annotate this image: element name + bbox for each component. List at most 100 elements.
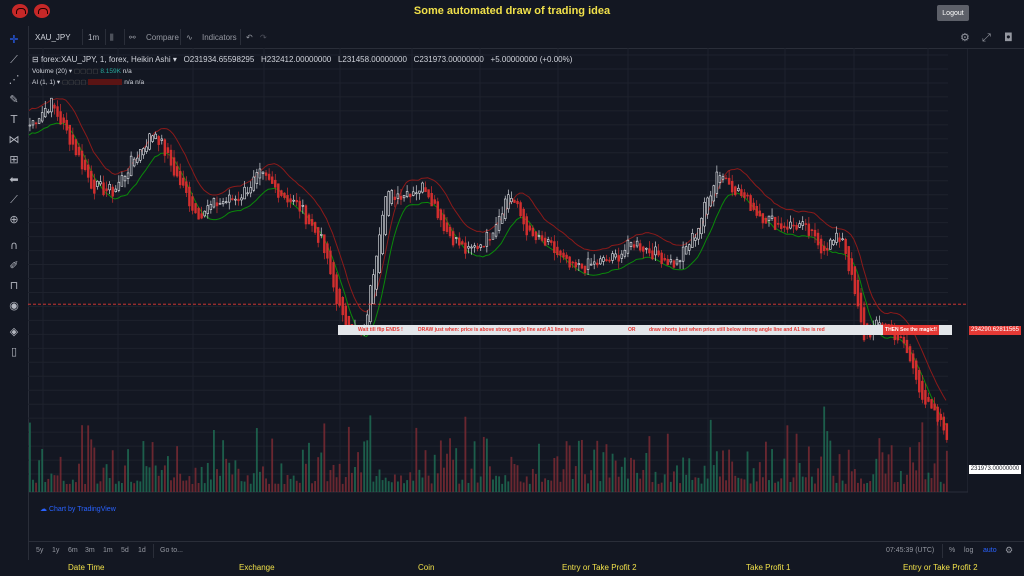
volume-bar xyxy=(393,474,396,492)
candle-body xyxy=(691,233,694,248)
fib-icon[interactable]: ⋰ xyxy=(6,72,22,88)
range-1y[interactable]: 1y xyxy=(52,547,59,554)
volume-bar xyxy=(81,425,83,492)
log-toggle[interactable]: log xyxy=(964,547,973,554)
volume-bar xyxy=(111,450,114,492)
lock-icon[interactable]: ⊓ xyxy=(6,278,22,294)
stay-drawing-icon[interactable]: ✐ xyxy=(6,258,22,274)
candle-body xyxy=(519,202,522,217)
candle-body xyxy=(504,198,507,219)
volume-label[interactable]: Volume (20) xyxy=(32,68,67,75)
volume-bar xyxy=(755,481,758,492)
clock[interactable]: 07:45:39 (UTC) xyxy=(886,547,934,554)
price-chart[interactable]: 231250.00000000231500.00000000231750.000… xyxy=(28,48,968,528)
volume-bar xyxy=(553,457,556,492)
candle-body xyxy=(856,279,860,307)
series-dropdown-icon[interactable]: ▾ xyxy=(173,55,177,64)
brush-icon[interactable]: ✎ xyxy=(6,92,22,108)
settings-gear-icon[interactable]: ⚙ xyxy=(960,31,970,44)
candle-body xyxy=(185,181,188,193)
compare-button[interactable]: Compare xyxy=(146,33,179,42)
interval-selector[interactable]: 1m xyxy=(88,33,99,42)
back-arrow-icon[interactable]: ⬅ xyxy=(6,172,22,188)
candle-body xyxy=(721,176,725,180)
volume-bar xyxy=(890,445,893,492)
volume-bar xyxy=(829,440,832,492)
candle-body xyxy=(743,192,746,198)
layers-icon[interactable]: ◈ xyxy=(6,324,22,340)
volume-bar xyxy=(679,483,681,492)
redo-icon[interactable]: ↷ xyxy=(260,33,267,42)
range-1m[interactable]: 1m xyxy=(103,547,113,554)
candle-body xyxy=(212,198,216,208)
volume-bar xyxy=(627,478,629,492)
volume-bar xyxy=(62,480,65,492)
candle-body xyxy=(537,235,541,237)
percent-toggle[interactable]: % xyxy=(949,547,955,554)
candle-body xyxy=(758,210,762,217)
camera-icon[interactable]: ◘ xyxy=(1004,31,1013,44)
prediction-icon[interactable]: ⊞ xyxy=(6,152,22,168)
volume-bar xyxy=(341,483,344,492)
range-5y[interactable]: 5y xyxy=(36,547,43,554)
ai-label[interactable]: AI (1, 1) xyxy=(32,79,55,86)
ruler-icon[interactable]: ⟋ xyxy=(6,192,22,208)
candle-body xyxy=(206,205,210,214)
candle-body xyxy=(117,181,121,191)
crosshair-icon[interactable]: ✛ xyxy=(6,32,22,48)
fullscreen-icon[interactable]: ⤢ xyxy=(982,31,991,45)
trash-icon[interactable]: ▯ xyxy=(6,344,22,360)
volume-bar xyxy=(562,469,565,492)
range-6m[interactable]: 6m xyxy=(68,547,78,554)
candle-body xyxy=(574,262,578,268)
candle-body xyxy=(507,194,510,210)
range-1d[interactable]: 1d xyxy=(138,547,146,554)
chart-settings-icon[interactable]: ⚙ xyxy=(1005,545,1013,556)
volume-bar xyxy=(163,465,166,492)
eye-icon[interactable]: ◉ xyxy=(6,298,22,314)
candle-body xyxy=(727,177,731,185)
ai-value-2: n/a xyxy=(135,79,145,86)
range-5d[interactable]: 5d xyxy=(121,547,129,554)
candle-body xyxy=(157,136,160,145)
candle-body xyxy=(510,198,513,203)
candle-body xyxy=(829,239,832,250)
undo-icon[interactable]: ↶ xyxy=(246,33,253,42)
series-title: forex:XAU_JPY, 1, forex, Heikin Ashi xyxy=(40,55,171,64)
auto-toggle[interactable]: auto xyxy=(983,547,997,554)
collapse-icon[interactable]: ⊟ xyxy=(32,55,39,64)
ohlc-open: O231934.65598295 xyxy=(183,55,255,64)
range-3m[interactable]: 3m xyxy=(85,547,95,554)
volume-bar xyxy=(249,483,252,492)
volume-bar xyxy=(761,477,764,492)
volume-bar xyxy=(458,483,461,492)
text-tool-icon[interactable]: T xyxy=(6,112,22,128)
watermark[interactable]: ☁ Chart by TradingView xyxy=(40,505,116,513)
candle-body xyxy=(405,191,409,197)
volume-bar xyxy=(740,478,743,492)
candle-body xyxy=(617,255,620,262)
candle-body xyxy=(234,198,237,201)
chart-style-icon[interactable]: ⫼ xyxy=(110,33,114,43)
volume-bar xyxy=(206,462,209,492)
volume-bar xyxy=(559,481,562,492)
symbol-search[interactable]: XAU_JPY xyxy=(35,33,71,42)
candle-body xyxy=(770,215,774,219)
watermark-text[interactable]: Chart by TradingView xyxy=(49,506,116,513)
volume-bar xyxy=(728,449,731,492)
volume-bar xyxy=(853,469,856,492)
volume-bar xyxy=(400,475,402,492)
candle-body xyxy=(666,258,670,266)
footer-exchange: Exchange xyxy=(239,563,275,572)
logout-button[interactable]: Logout xyxy=(937,5,969,21)
divider xyxy=(942,544,943,558)
volume-bar xyxy=(461,479,464,492)
candle-body xyxy=(270,176,274,184)
indicators-button[interactable]: Indicators xyxy=(202,33,237,42)
goto-button[interactable]: Go to... xyxy=(160,547,183,554)
magnet-icon[interactable]: ∩ xyxy=(6,238,22,254)
zoom-in-icon[interactable]: ⊕ xyxy=(6,212,22,228)
pattern-icon[interactable]: ⋈ xyxy=(6,132,22,148)
trend-line-icon[interactable]: ⟋ xyxy=(6,52,22,68)
volume-bar xyxy=(746,451,749,492)
